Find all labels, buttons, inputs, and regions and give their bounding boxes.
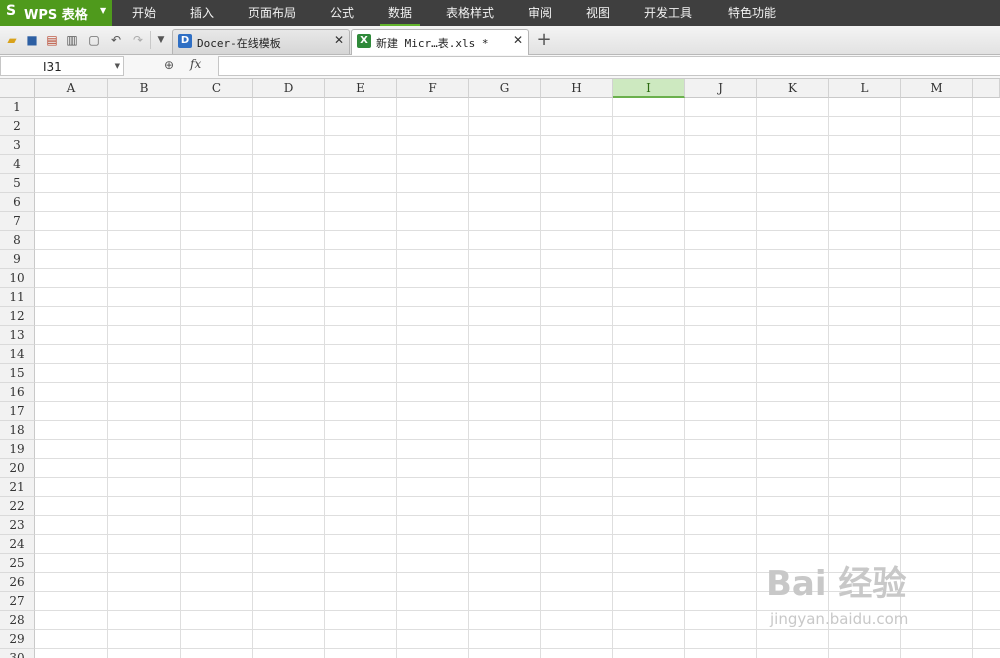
row-header-11[interactable]: 11 <box>0 288 35 307</box>
row-header-4[interactable]: 4 <box>0 155 35 174</box>
column-header-e[interactable]: E <box>325 79 397 98</box>
undo-icon[interactable]: ↶ <box>108 32 124 48</box>
zoom-search-icon[interactable]: ⊕ <box>164 58 174 72</box>
chevron-down-icon[interactable]: ▼ <box>115 62 120 70</box>
redo-icon[interactable]: ↷ <box>130 32 146 48</box>
row-header-24[interactable]: 24 <box>0 535 35 554</box>
column-header-overflow <box>973 79 1000 98</box>
formula-bar: I31 ▼ ⊕ fx <box>0 55 1000 79</box>
column-gridline <box>180 98 181 658</box>
select-all-corner[interactable] <box>0 79 35 98</box>
row-header-16[interactable]: 16 <box>0 383 35 402</box>
row-header-14[interactable]: 14 <box>0 345 35 364</box>
tab-workbook[interactable]: X 新建 Micr…表.xls * ✕ <box>351 29 529 55</box>
row-header-23[interactable]: 23 <box>0 516 35 535</box>
row-header-6[interactable]: 6 <box>0 193 35 212</box>
docer-icon: D <box>178 34 192 48</box>
row-header-20[interactable]: 20 <box>0 459 35 478</box>
new-tab-plus-icon[interactable]: + <box>536 29 552 51</box>
export-pdf-icon[interactable]: ▤ <box>44 32 60 48</box>
row-header-21[interactable]: 21 <box>0 478 35 497</box>
row-header-15[interactable]: 15 <box>0 364 35 383</box>
tab-label: 新建 Micr…表.xls * <box>376 37 489 50</box>
column-gridline <box>468 98 469 658</box>
menu-review[interactable]: 审阅 <box>528 0 552 26</box>
tab-label: Docer-在线模板 <box>197 37 281 50</box>
customize-dropdown-icon[interactable]: ▼ <box>153 32 169 48</box>
menu-data[interactable]: 数据 <box>379 0 421 26</box>
watermark-url: jingyan.baidu.com <box>770 610 909 628</box>
menu-insert[interactable]: 插入 <box>190 0 214 26</box>
column-gridline <box>684 98 685 658</box>
row-header-17[interactable]: 17 <box>0 402 35 421</box>
row-header-12[interactable]: 12 <box>0 307 35 326</box>
watermark-logo: Bai 经验 <box>766 564 907 604</box>
quick-access-toolbar: ▰ ■ ▤ ▥ ▢ ↶ ↷ ▼ D Docer-在线模板 ✕ X 新建 Micr… <box>0 26 1000 55</box>
menu-developer[interactable]: 开发工具 <box>644 0 692 26</box>
cell-reference: I31 <box>43 60 62 74</box>
column-gridline <box>396 98 397 658</box>
column-gridline <box>324 98 325 658</box>
baidu-watermark: Bai 经验 jingyan.baidu.com <box>762 556 992 636</box>
row-header-13[interactable]: 13 <box>0 326 35 345</box>
column-header-g[interactable]: G <box>469 79 541 98</box>
column-header-d[interactable]: D <box>253 79 325 98</box>
column-header-m[interactable]: M <box>901 79 973 98</box>
print-icon[interactable]: ▥ <box>64 32 80 48</box>
formula-input[interactable] <box>218 56 1000 76</box>
row-header-27[interactable]: 27 <box>0 592 35 611</box>
row-header-30[interactable]: 30 <box>0 649 35 658</box>
tab-docer-templates[interactable]: D Docer-在线模板 ✕ <box>172 29 350 54</box>
column-header-a[interactable]: A <box>35 79 108 98</box>
menu-home[interactable]: 开始 <box>132 0 156 26</box>
column-gridline <box>756 98 757 658</box>
row-header-8[interactable]: 8 <box>0 231 35 250</box>
column-gridline <box>107 98 108 658</box>
menu-bar: S WPS 表格 ▼ 开始 插入 页面布局 公式 数据 表格样式 审阅 视图 开… <box>0 0 1000 26</box>
close-icon[interactable]: ✕ <box>334 33 344 47</box>
chevron-down-icon: ▼ <box>100 6 107 15</box>
column-header-j[interactable]: J <box>685 79 757 98</box>
row-header-18[interactable]: 18 <box>0 421 35 440</box>
wps-logo-icon: S <box>6 3 17 19</box>
close-icon[interactable]: ✕ <box>513 33 523 47</box>
toolbar-divider <box>150 31 151 49</box>
insert-function-icon[interactable]: fx <box>190 57 201 71</box>
column-header-c[interactable]: C <box>181 79 253 98</box>
column-header-b[interactable]: B <box>108 79 181 98</box>
row-header-1[interactable]: 1 <box>0 98 35 117</box>
print-preview-icon[interactable]: ▢ <box>86 32 102 48</box>
excel-file-icon: X <box>357 34 371 48</box>
row-header-10[interactable]: 10 <box>0 269 35 288</box>
row-header-2[interactable]: 2 <box>0 117 35 136</box>
menu-view[interactable]: 视图 <box>586 0 610 26</box>
menu-special-features[interactable]: 特色功能 <box>728 0 776 26</box>
row-header-22[interactable]: 22 <box>0 497 35 516</box>
row-header-29[interactable]: 29 <box>0 630 35 649</box>
app-menu-button[interactable]: S WPS 表格 ▼ <box>0 0 112 26</box>
row-header-19[interactable]: 19 <box>0 440 35 459</box>
column-gridline <box>540 98 541 658</box>
menu-table-style[interactable]: 表格样式 <box>446 0 494 26</box>
column-gridline <box>612 98 613 658</box>
open-folder-icon[interactable]: ▰ <box>4 32 20 48</box>
menu-page-layout[interactable]: 页面布局 <box>248 0 296 26</box>
row-header-7[interactable]: 7 <box>0 212 35 231</box>
menu-formulas[interactable]: 公式 <box>330 0 354 26</box>
row-header-26[interactable]: 26 <box>0 573 35 592</box>
column-header-i[interactable]: I <box>613 79 685 98</box>
column-header-f[interactable]: F <box>397 79 469 98</box>
row-header-3[interactable]: 3 <box>0 136 35 155</box>
row-header-28[interactable]: 28 <box>0 611 35 630</box>
row-header-5[interactable]: 5 <box>0 174 35 193</box>
column-header-l[interactable]: L <box>829 79 901 98</box>
row-header-25[interactable]: 25 <box>0 554 35 573</box>
column-header-h[interactable]: H <box>541 79 613 98</box>
name-box[interactable]: I31 ▼ <box>0 56 124 76</box>
app-title: WPS 表格 <box>24 8 88 23</box>
row-header-9[interactable]: 9 <box>0 250 35 269</box>
column-header-k[interactable]: K <box>757 79 829 98</box>
save-icon[interactable]: ■ <box>24 32 40 48</box>
column-gridline <box>252 98 253 658</box>
